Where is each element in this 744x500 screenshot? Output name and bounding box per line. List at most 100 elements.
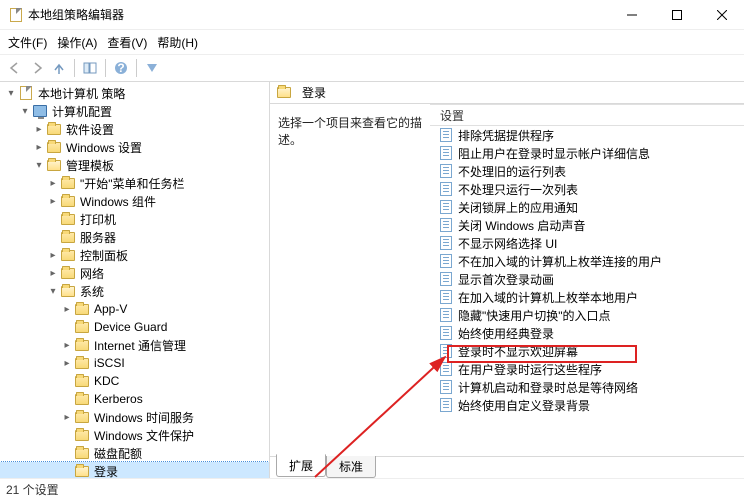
help-icon[interactable]: ? <box>112 58 130 78</box>
menu-view[interactable]: 查看(V) <box>103 32 151 53</box>
policy-item[interactable]: 关闭 Windows 启动声音 <box>430 216 744 234</box>
tree-windows-components[interactable]: ▸Windows 组件 <box>0 192 269 210</box>
tree-iscsi[interactable]: ▸iSCSI <box>0 354 269 372</box>
tree-kerberos[interactable]: Kerberos <box>0 390 269 408</box>
policy-icon <box>440 290 452 304</box>
column-header-setting[interactable]: 设置 <box>430 104 744 126</box>
tree-computer-config[interactable]: ▾ 计算机配置 <box>0 102 269 120</box>
policy-label: 不处理旧的运行列表 <box>458 163 566 180</box>
chevron-right-icon[interactable]: ▸ <box>46 196 60 207</box>
app-icon <box>8 7 24 23</box>
menu-action[interactable]: 操作(A) <box>53 32 101 53</box>
policy-icon <box>440 272 452 286</box>
policy-icon <box>440 362 452 376</box>
policy-item[interactable]: 阻止用户在登录时显示帐户详细信息 <box>430 144 744 162</box>
tree-software-settings[interactable]: ▸软件设置 <box>0 120 269 138</box>
policy-icon <box>440 200 452 214</box>
tree-printers[interactable]: 打印机 <box>0 210 269 228</box>
tree-appv[interactable]: ▸App-V <box>0 300 269 318</box>
policy-icon <box>440 146 452 160</box>
policy-label: 显示首次登录动画 <box>458 271 554 288</box>
tab-standard[interactable]: 标准 <box>326 456 376 478</box>
filter-icon[interactable] <box>143 58 161 78</box>
policy-label: 始终使用经典登录 <box>458 325 554 342</box>
policy-icon <box>440 182 452 196</box>
tree-server[interactable]: 服务器 <box>0 228 269 246</box>
tree-admin-templates[interactable]: ▾管理模板 <box>0 156 269 174</box>
chevron-down-icon[interactable]: ▾ <box>18 106 32 117</box>
chevron-right-icon[interactable]: ▸ <box>46 250 60 261</box>
policy-item[interactable]: 登录时不显示欢迎屏幕 <box>430 342 744 360</box>
up-icon[interactable] <box>50 58 68 78</box>
chevron-right-icon[interactable]: ▸ <box>60 304 74 315</box>
window-title: 本地组策略编辑器 <box>28 6 609 23</box>
menu-help[interactable]: 帮助(H) <box>153 32 202 53</box>
tree-root[interactable]: ▾ 本地计算机 策略 <box>0 84 269 102</box>
policy-item[interactable]: 始终使用自定义登录背景 <box>430 396 744 414</box>
policy-label: 隐藏"快速用户切换"的入口点 <box>458 307 611 324</box>
policy-item[interactable]: 在加入域的计算机上枚举本地用户 <box>430 288 744 306</box>
policy-item[interactable]: 不显示网络选择 UI <box>430 234 744 252</box>
show-hide-icon[interactable] <box>81 58 99 78</box>
chevron-right-icon[interactable]: ▸ <box>60 340 74 351</box>
policy-icon <box>440 164 452 178</box>
chevron-right-icon[interactable]: ▸ <box>46 178 60 189</box>
tree-start-taskbar[interactable]: ▸"开始"菜单和任务栏 <box>0 174 269 192</box>
policy-label: 计算机启动和登录时总是等待网络 <box>458 379 638 396</box>
policy-item[interactable]: 在用户登录时运行这些程序 <box>430 360 744 378</box>
policy-item[interactable]: 始终使用经典登录 <box>430 324 744 342</box>
policy-label: 关闭锁屏上的应用通知 <box>458 199 578 216</box>
chevron-down-icon[interactable]: ▾ <box>4 88 18 99</box>
policy-icon <box>440 254 452 268</box>
policy-label: 不在加入域的计算机上枚举连接的用户 <box>458 253 662 270</box>
chevron-right-icon[interactable]: ▸ <box>60 412 74 423</box>
tree-win-file-protect[interactable]: Windows 文件保护 <box>0 426 269 444</box>
policy-label: 在用户登录时运行这些程序 <box>458 361 602 378</box>
minimize-button[interactable] <box>609 0 654 30</box>
chevron-right-icon[interactable]: ▸ <box>46 268 60 279</box>
policy-icon <box>440 326 452 340</box>
menu-file[interactable]: 文件(F) <box>4 32 51 53</box>
chevron-down-icon[interactable]: ▾ <box>32 160 46 171</box>
policy-list[interactable]: 设置 排除凭据提供程序阻止用户在登录时显示帐户详细信息不处理旧的运行列表不处理只… <box>430 104 744 456</box>
chevron-down-icon[interactable]: ▾ <box>46 286 60 297</box>
maximize-button[interactable] <box>654 0 699 30</box>
policy-label: 不处理只运行一次列表 <box>458 181 578 198</box>
policy-label: 排除凭据提供程序 <box>458 127 554 144</box>
back-icon[interactable] <box>6 58 24 78</box>
tree-system[interactable]: ▾系统 <box>0 282 269 300</box>
tab-extended[interactable]: 扩展 <box>276 454 326 477</box>
nav-tree[interactable]: ▾ 本地计算机 策略 ▾ 计算机配置 ▸软件设置 ▸Windows 设置 <box>0 82 270 478</box>
tree-disk-quota[interactable]: 磁盘配额 <box>0 444 269 462</box>
policy-label: 始终使用自定义登录背景 <box>458 397 590 414</box>
policy-icon <box>440 344 452 358</box>
status-bar: 21 个设置 <box>0 478 744 500</box>
policy-item[interactable]: 关闭锁屏上的应用通知 <box>430 198 744 216</box>
chevron-right-icon[interactable]: ▸ <box>60 358 74 369</box>
policy-item[interactable]: 不处理只运行一次列表 <box>430 180 744 198</box>
svg-text:?: ? <box>117 61 124 75</box>
policy-item[interactable]: 计算机启动和登录时总是等待网络 <box>430 378 744 396</box>
policy-item[interactable]: 排除凭据提供程序 <box>430 126 744 144</box>
policy-item[interactable]: 显示首次登录动画 <box>430 270 744 288</box>
policy-item[interactable]: 不处理旧的运行列表 <box>430 162 744 180</box>
policy-item[interactable]: 不在加入域的计算机上枚举连接的用户 <box>430 252 744 270</box>
policy-item[interactable]: 隐藏"快速用户切换"的入口点 <box>430 306 744 324</box>
forward-icon[interactable] <box>28 58 46 78</box>
tree-kdc[interactable]: KDC <box>0 372 269 390</box>
panel-header: 登录 <box>302 84 326 101</box>
close-button[interactable] <box>699 0 744 30</box>
tree-win-time[interactable]: ▸Windows 时间服务 <box>0 408 269 426</box>
folder-icon <box>276 85 292 101</box>
tree-logon[interactable]: 登录 <box>0 462 269 478</box>
tree-internet-comm[interactable]: ▸Internet 通信管理 <box>0 336 269 354</box>
tree-windows-settings[interactable]: ▸Windows 设置 <box>0 138 269 156</box>
policy-icon <box>440 128 452 142</box>
policy-label: 在加入域的计算机上枚举本地用户 <box>458 289 638 306</box>
policy-icon <box>440 380 452 394</box>
chevron-right-icon[interactable]: ▸ <box>32 124 46 135</box>
tree-network[interactable]: ▸网络 <box>0 264 269 282</box>
chevron-right-icon[interactable]: ▸ <box>32 142 46 153</box>
tree-device-guard[interactable]: Device Guard <box>0 318 269 336</box>
tree-control-panel[interactable]: ▸控制面板 <box>0 246 269 264</box>
